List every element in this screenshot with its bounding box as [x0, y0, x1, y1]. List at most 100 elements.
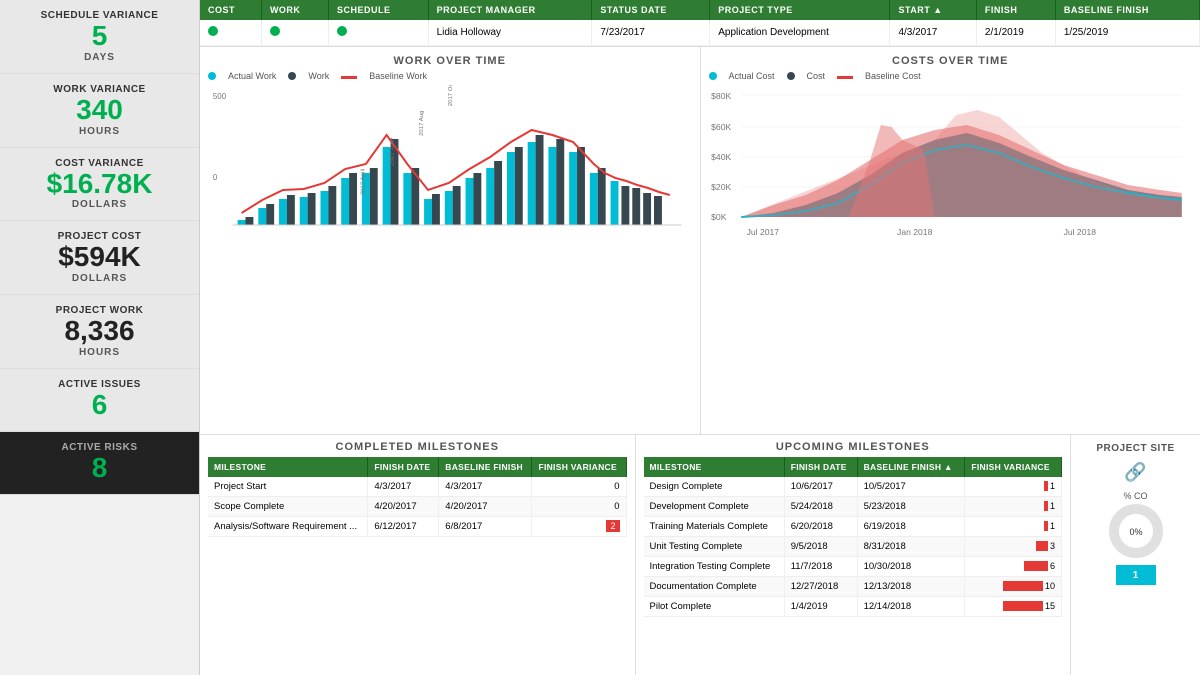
- col-baseline-finish: BASELINE FINISH: [1055, 0, 1199, 20]
- um-finish-date: 6/20/2018: [784, 517, 857, 537]
- um-variance: 1: [965, 477, 1062, 497]
- svg-text:Jul 2017: Jul 2017: [746, 227, 779, 237]
- active-risks-card: ACTIVE RISKS 8: [0, 432, 199, 495]
- cm-finish-date: 4/3/2017: [368, 477, 439, 497]
- schedule-variance-value: 5: [12, 21, 187, 52]
- svg-text:$0K: $0K: [711, 212, 727, 222]
- svg-text:500: 500: [213, 92, 227, 101]
- actual-cost-legend-dot: [709, 72, 717, 80]
- um-finish-date: 9/5/2018: [784, 537, 857, 557]
- um-milestone-name: Design Complete: [644, 477, 785, 497]
- work-variance-value: 340: [12, 95, 187, 126]
- svg-text:2017 Oct: 2017 Oct: [448, 85, 454, 106]
- svg-text:$80K: $80K: [711, 91, 732, 101]
- upcoming-milestones-section: UPCOMING MILESTONES MILESTONE FINISH DAT…: [636, 435, 1071, 675]
- cost-variance-label: COST VARIANCE: [12, 158, 187, 169]
- project-cost-card: PROJECT COST $594K DOLLARS: [0, 221, 199, 295]
- cost-variance-card: COST VARIANCE $16.78K DOLLARS: [0, 148, 199, 222]
- schedule-status-dot: [337, 26, 347, 36]
- active-risks-value: 8: [12, 453, 187, 484]
- um-finish-date: 12/27/2018: [784, 577, 857, 597]
- actual-work-legend-label: Actual Work: [228, 71, 276, 81]
- cost-chart-title: COSTS OVER TIME: [709, 55, 1193, 67]
- col-cost: COST: [200, 0, 261, 20]
- cm-milestone-name: Project Start: [208, 477, 368, 497]
- um-finish-date: 11/7/2018: [784, 557, 857, 577]
- upcoming-milestones-title: UPCOMING MILESTONES: [644, 435, 1063, 457]
- cost-legend-dot: [787, 72, 795, 80]
- um-baseline-finish: 12/13/2018: [857, 577, 965, 597]
- cell-baseline-finish: 1/25/2019: [1055, 20, 1199, 46]
- cm-baseline-finish: 4/3/2017: [439, 477, 532, 497]
- um-baseline-finish: 12/14/2018: [857, 597, 965, 617]
- cm-variance: 0: [532, 497, 626, 517]
- project-site-value: 1: [1133, 570, 1139, 581]
- cm-variance: 0: [532, 477, 626, 497]
- col-status-date: STATUS DATE: [592, 0, 710, 20]
- col-start: START ▲: [890, 0, 976, 20]
- active-issues-value: 6: [12, 390, 187, 421]
- um-col-finish-date: FINISH DATE: [784, 457, 857, 477]
- cell-finish: 2/1/2019: [976, 20, 1055, 46]
- schedule-variance-sub: DAYS: [12, 52, 187, 63]
- project-cost-sub: DOLLARS: [12, 273, 187, 284]
- um-baseline-finish: 10/5/2017: [857, 477, 965, 497]
- project-site-section: PROJECT SITE 🔗 % CO 0% 1: [1070, 435, 1200, 675]
- col-pm: PROJECT MANAGER: [428, 0, 592, 20]
- work-chart-box: WORK OVER TIME Actual Work Work Baseline…: [200, 47, 700, 434]
- um-variance: 6: [965, 557, 1062, 577]
- cm-milestone-name: Scope Complete: [208, 497, 368, 517]
- cm-baseline-finish: 4/20/2017: [439, 497, 532, 517]
- svg-text:0%: 0%: [1129, 527, 1142, 537]
- svg-text:2017 April: 2017 April: [360, 169, 366, 196]
- um-baseline-finish: 6/19/2018: [857, 517, 965, 537]
- svg-text:$60K: $60K: [711, 122, 732, 132]
- um-col-milestone: MILESTONE: [644, 457, 785, 477]
- um-variance: 10: [965, 577, 1062, 597]
- cm-col-variance: FINISH VARIANCE: [532, 457, 626, 477]
- milestones-row: COMPLETED MILESTONES MILESTONE FINISH DA…: [200, 435, 1200, 675]
- um-milestone-name: Development Complete: [644, 497, 785, 517]
- project-site-link-icon[interactable]: 🔗: [1124, 462, 1146, 483]
- cm-col-milestone: MILESTONE: [208, 457, 368, 477]
- cm-col-finish-date: FINISH DATE: [368, 457, 439, 477]
- upcoming-milestone-row: Documentation Complete 12/27/2018 12/13/…: [644, 577, 1062, 597]
- cost-chart-box: COSTS OVER TIME Actual Cost Cost Baselin…: [701, 47, 1200, 434]
- svg-text:2017 Aug: 2017 Aug: [419, 111, 425, 136]
- um-milestone-name: Integration Testing Complete: [644, 557, 785, 577]
- upcoming-milestone-row: Training Materials Complete 6/20/2018 6/…: [644, 517, 1062, 537]
- actual-cost-legend-label: Actual Cost: [729, 71, 775, 81]
- cost-chart-legend: Actual Cost Cost Baseline Cost: [709, 71, 1193, 81]
- completed-milestones-table: MILESTONE FINISH DATE BASELINE FINISH FI…: [208, 457, 627, 537]
- um-baseline-finish: 10/30/2018: [857, 557, 965, 577]
- cell-status-date: 7/23/2017: [592, 20, 710, 46]
- project-site-percent-label: % CO: [1123, 491, 1147, 501]
- col-schedule: SCHEDULE: [329, 0, 429, 20]
- upcoming-milestone-row: Design Complete 10/6/2017 10/5/2017 1: [644, 477, 1062, 497]
- cell-cost-dot: [200, 20, 261, 46]
- work-chart-svg: 500 0: [208, 85, 692, 245]
- actual-work-legend-dot: [208, 72, 216, 80]
- upcoming-milestones-table: MILESTONE FINISH DATE BASELINE FINISH ▲ …: [644, 457, 1063, 617]
- um-finish-date: 1/4/2019: [784, 597, 857, 617]
- um-col-variance: FINISH VARIANCE: [965, 457, 1062, 477]
- work-chart-legend: Actual Work Work Baseline Work: [208, 71, 692, 81]
- cm-finish-date: 6/12/2017: [368, 517, 439, 537]
- cost-status-dot: [208, 26, 218, 36]
- project-work-value: 8,336: [12, 316, 187, 347]
- um-baseline-finish: 5/23/2018: [857, 497, 965, 517]
- svg-text:0: 0: [213, 173, 218, 182]
- um-variance: 1: [965, 497, 1062, 517]
- baseline-work-legend-dot: [341, 76, 357, 79]
- cost-chart-svg: $80K $60K $40K $20K $0K: [709, 85, 1193, 245]
- completed-milestones-title: COMPLETED MILESTONES: [208, 435, 627, 457]
- completed-milestone-row: Analysis/Software Requirement ... 6/12/2…: [208, 517, 626, 537]
- project-site-donut: 0%: [1106, 501, 1166, 561]
- work-variance-sub: HOURS: [12, 126, 187, 137]
- svg-text:Jan 2018: Jan 2018: [897, 227, 933, 237]
- charts-row: WORK OVER TIME Actual Work Work Baseline…: [200, 47, 1200, 435]
- cm-col-baseline-finish: BASELINE FINISH: [439, 457, 532, 477]
- cost-variance-value: $16.78K: [12, 169, 187, 200]
- um-baseline-finish: 8/31/2018: [857, 537, 965, 557]
- cost-variance-sub: DOLLARS: [12, 199, 187, 210]
